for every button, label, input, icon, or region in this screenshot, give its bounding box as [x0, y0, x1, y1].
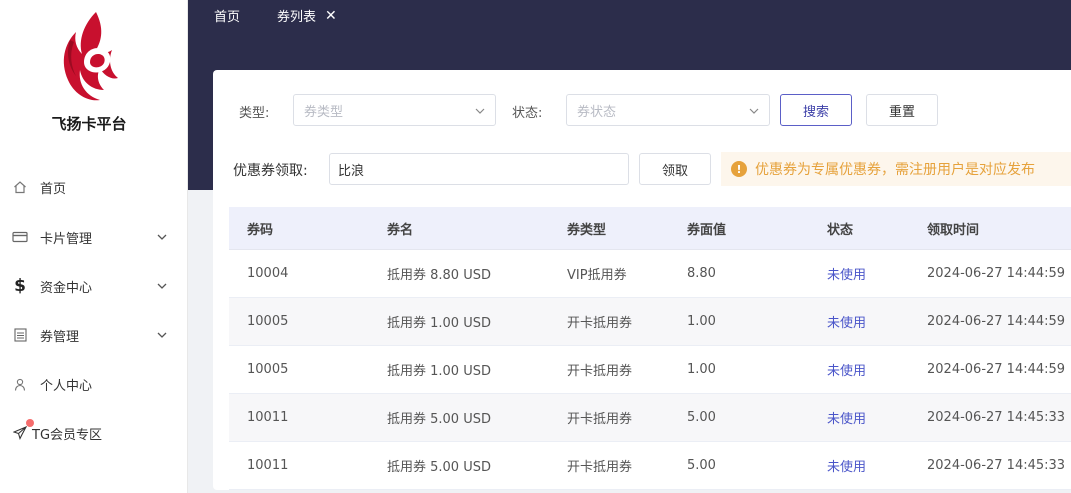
coupon-code: 10005: [247, 362, 289, 377]
coupon-status: 未使用: [827, 268, 867, 283]
warning-icon: !: [731, 161, 747, 177]
coupon-list-panel: 类型: 券类型 状态: 券状态 搜索 重置 优惠券领取: 领取 ! 优惠券为专属…: [213, 70, 1071, 490]
sidebar-item-personal-center[interactable]: 个人中心: [0, 369, 170, 399]
coupon-value: 1.00: [687, 362, 716, 377]
tab-home[interactable]: 首页: [214, 6, 240, 25]
reset-button[interactable]: 重置: [866, 94, 938, 126]
coupon-status: 未使用: [827, 364, 867, 379]
chevron-down-icon[interactable]: [154, 234, 170, 240]
sidebar-item-label: TG会员专区: [32, 427, 103, 443]
sidebar-item-home[interactable]: 首页: [0, 172, 170, 202]
claim-time: 2024-06-27 14:44:59: [927, 266, 1066, 281]
chevron-down-icon: [749, 104, 759, 117]
paper-plane-icon: [12, 425, 28, 441]
sidebar-item-funds-center[interactable]: $ 资金中心: [0, 271, 170, 301]
close-icon[interactable]: ✕: [325, 8, 337, 24]
claim-time: 2024-06-27 14:44:59: [927, 314, 1066, 329]
home-icon: [12, 179, 28, 195]
coupon-type: 开卡抵用券: [567, 460, 633, 475]
coupon-name: 抵用券 5.00 USD: [387, 412, 491, 427]
claim-button[interactable]: 领取: [639, 153, 711, 185]
coupon-status: 未使用: [827, 412, 867, 427]
coupon-name: 抵用券 5.00 USD: [387, 460, 491, 475]
dollar-icon: $: [14, 276, 26, 296]
type-filter-label: 类型:: [239, 106, 270, 121]
table-row: 10004 抵用券 8.80 USD VIP抵用券 8.80 未使用 2024-…: [229, 250, 1071, 298]
table-row: 10011 抵用券 5.00 USD 开卡抵用券 5.00 未使用 2024-0…: [229, 442, 1071, 490]
sidebar: 飞扬卡平台 首页 卡片管理 $ 资金中心 券管理 个人中心 TG会员专区: [0, 0, 188, 493]
column-header: 领取时间: [927, 222, 980, 238]
sidebar-item-label: 首页: [40, 181, 67, 197]
coupon-type: VIP抵用券: [567, 268, 627, 283]
column-header: 状态: [827, 222, 854, 238]
sidebar-item-label: 个人中心: [40, 378, 93, 394]
coupon-type: 开卡抵用券: [567, 364, 633, 379]
tab-label: 券列表: [277, 10, 317, 25]
coupon-code: 10004: [247, 266, 289, 281]
chevron-down-icon[interactable]: [154, 332, 170, 338]
coupon-status: 未使用: [827, 316, 867, 331]
sidebar-item-label: 券管理: [40, 329, 80, 345]
chevron-down-icon: [475, 104, 485, 117]
claim-time: 2024-06-27 14:45:33: [927, 410, 1066, 425]
coupon-value: 5.00: [687, 458, 716, 473]
coupon-type: 开卡抵用券: [567, 316, 633, 331]
sidebar-item-coupon-management[interactable]: 券管理: [0, 320, 170, 350]
table-row: 10005 抵用券 1.00 USD 开卡抵用券 1.00 未使用 2024-0…: [229, 346, 1071, 394]
column-header: 券名: [387, 222, 414, 238]
column-header: 券码: [247, 222, 274, 238]
tab-coupon-list[interactable]: 券列表 ✕: [277, 6, 337, 26]
card-icon: [12, 229, 28, 245]
coupon-code: 10011: [247, 458, 289, 473]
notice-text: 优惠券为专属优惠券，需注册用户是对应发布: [755, 162, 1035, 178]
column-header: 券面值: [687, 222, 727, 238]
search-button[interactable]: 搜索: [780, 94, 852, 126]
type-select[interactable]: 券类型: [293, 94, 496, 126]
table-row: 10005 抵用券 1.00 USD 开卡抵用券 1.00 未使用 2024-0…: [229, 298, 1071, 346]
coupon-value: 1.00: [687, 314, 716, 329]
coupon-value: 8.80: [687, 266, 716, 281]
column-header: 券类型: [567, 222, 607, 238]
brand-name: 飞扬卡平台: [51, 115, 127, 133]
type-select-placeholder: 券类型: [304, 104, 344, 120]
sidebar-item-card-management[interactable]: 卡片管理: [0, 222, 170, 252]
table-row: 10011 抵用券 5.00 USD 开卡抵用券 5.00 未使用 2024-0…: [229, 394, 1071, 442]
notification-dot: [26, 419, 34, 427]
coupon-table: 券码 券名 券类型 券面值 状态 领取时间 10004 抵用券 8.80 USD…: [229, 207, 1071, 490]
notice-banner: ! 优惠券为专属优惠券，需注册用户是对应发布: [721, 152, 1071, 186]
coupon-status: 未使用: [827, 460, 867, 475]
chevron-down-icon[interactable]: [154, 283, 170, 289]
claim-time: 2024-06-27 14:45:33: [927, 458, 1066, 473]
coupon-name: 抵用券 1.00 USD: [387, 364, 491, 379]
coupon-code: 10011: [247, 410, 289, 425]
coupon-name: 抵用券 8.80 USD: [387, 268, 491, 283]
status-select[interactable]: 券状态: [566, 94, 770, 126]
sidebar-item-label: 资金中心: [40, 280, 93, 296]
tab-label: 首页: [214, 10, 241, 25]
coupon-type: 开卡抵用券: [567, 412, 633, 427]
coupon-value: 5.00: [687, 410, 716, 425]
status-filter-label: 状态:: [512, 106, 543, 121]
claim-time: 2024-06-27 14:44:59: [927, 362, 1066, 377]
coupon-code: 10005: [247, 314, 289, 329]
coupon-name: 抵用券 1.00 USD: [387, 316, 491, 331]
coupon-claim-input[interactable]: [329, 153, 629, 185]
table-header: 券码 券名 券类型 券面值 状态 领取时间: [229, 207, 1071, 250]
document-icon: [12, 327, 28, 343]
coupon-claim-label: 优惠券领取:: [233, 163, 308, 179]
sidebar-item-label: 卡片管理: [40, 231, 93, 247]
brand-logo: [63, 12, 118, 101]
user-icon: [12, 376, 28, 392]
status-select-placeholder: 券状态: [577, 104, 617, 120]
